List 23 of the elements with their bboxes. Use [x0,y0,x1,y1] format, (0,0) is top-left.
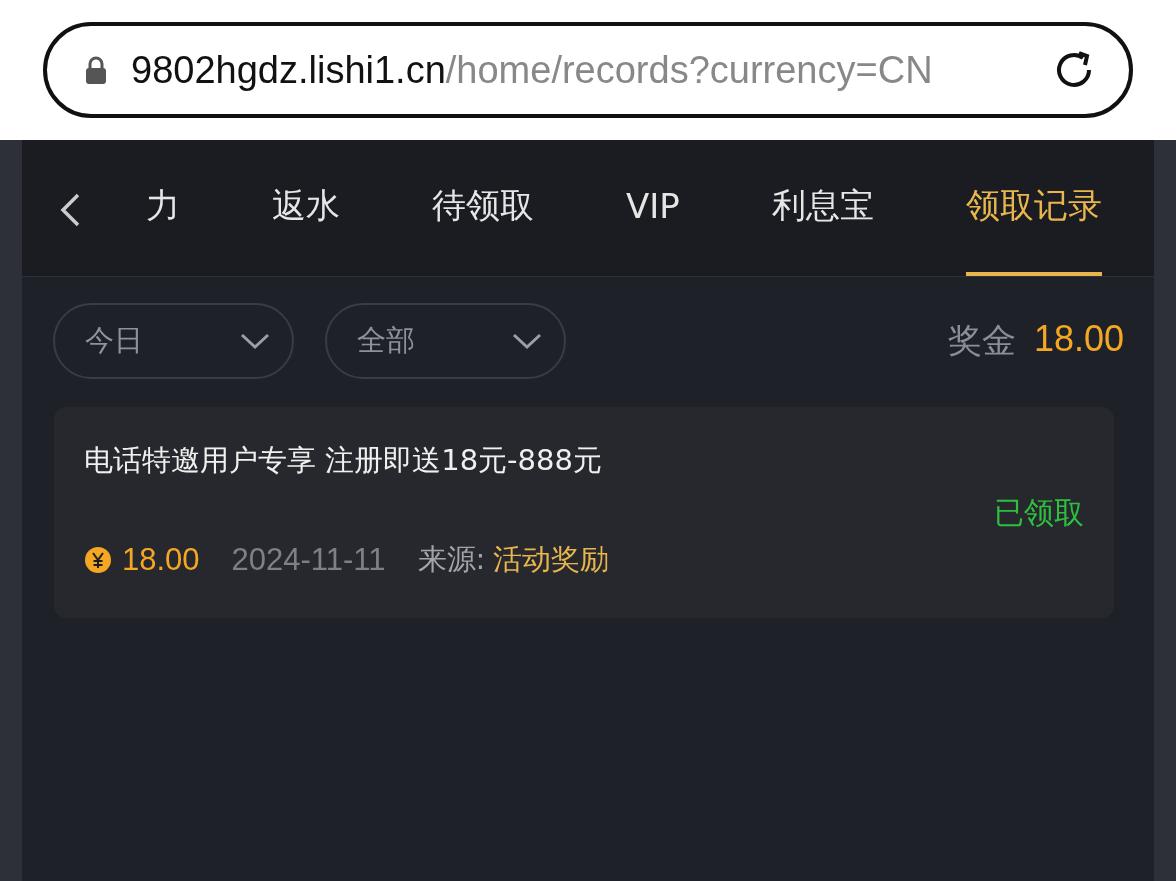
record-title: 电话特邀用户专享 注册即送18元-888元 [84,443,602,477]
chevron-down-icon [240,332,270,350]
filter-dropdown[interactable]: 全部 [325,303,566,379]
record-date: 2024-11-11 [231,542,386,578]
back-icon[interactable] [58,192,82,228]
tab[interactable]: 力 [146,140,180,276]
chevron-down-icon [512,332,542,350]
bonus-amount: 18.00 [1033,318,1124,361]
tab[interactable]: VIP [626,140,680,276]
bonus-label: 奖金 [947,319,1016,362]
tab[interactable]: 利息宝 [771,140,874,276]
record-amount: 18.00 [122,542,200,578]
tab[interactable]: 待领取 [432,140,534,276]
filter-dropdown[interactable]: 今日 [53,303,294,379]
source-value: 活动奖励 [493,541,610,578]
lock-icon [83,55,109,85]
tab[interactable]: 领取记录 [965,140,1102,276]
url-text: 9802hgdz.lishi1.cn/home/records?currency=CN [131,48,934,92]
record-status: 已领取 [993,494,1084,532]
address-bar[interactable]: 9802hgdz.lishi1.cn/home/records?currency=CN [43,22,1133,118]
coin-icon [84,546,112,574]
tab[interactable]: 返水 [272,140,340,276]
source-label: 来源: [417,541,486,578]
